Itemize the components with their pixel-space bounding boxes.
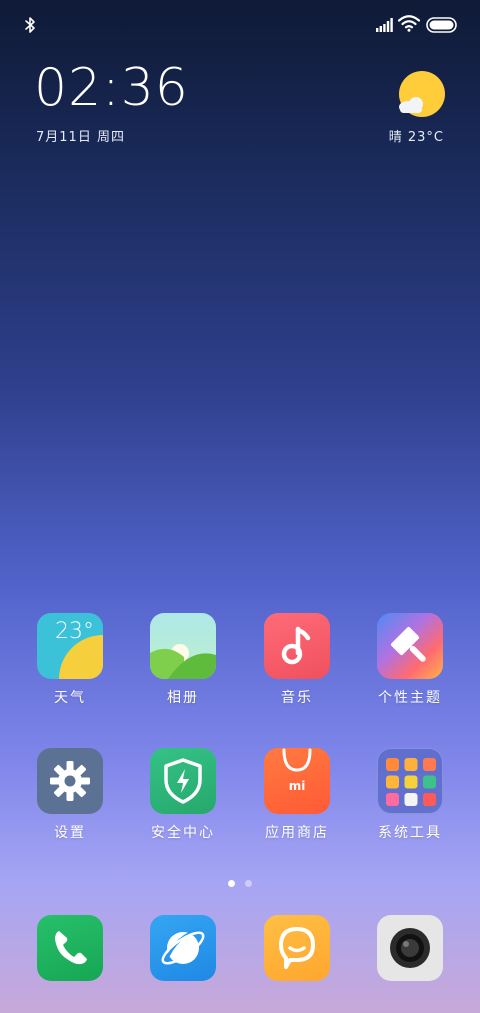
app-security[interactable]: 安全中心	[133, 748, 233, 842]
themes-icon	[377, 613, 443, 679]
folder-icon	[377, 748, 443, 814]
app-label: 个性主题	[378, 690, 442, 706]
page-indicator	[0, 872, 480, 891]
dock-camera[interactable]	[377, 915, 443, 981]
dock-phone[interactable]	[37, 915, 103, 981]
weather-text: 晴 23°C	[388, 130, 444, 145]
dock-browser[interactable]	[150, 915, 216, 981]
security-icon	[150, 748, 216, 814]
app-label: 音乐	[281, 690, 313, 706]
wifi-icon	[398, 15, 420, 32]
sun-icon	[399, 71, 445, 117]
app-settings[interactable]: 设置	[20, 748, 120, 842]
clock-date: 7月11日 周四	[36, 130, 125, 145]
battery-icon	[426, 17, 457, 33]
app-label: 设置	[54, 825, 86, 841]
app-store[interactable]: mi 应用商店	[247, 748, 347, 842]
app-label: 安全中心	[151, 825, 215, 841]
app-label: 应用商店	[265, 825, 329, 841]
weather-icon: 23°	[37, 613, 103, 679]
clock-time[interactable]: 02:36	[34, 62, 189, 114]
app-label: 系统工具	[378, 825, 442, 841]
status-bar	[0, 0, 480, 50]
page-dot-2[interactable]	[245, 880, 252, 887]
dock-messages[interactable]	[264, 915, 330, 981]
app-label: 天气	[54, 690, 86, 706]
mi-logo: mi	[288, 779, 306, 793]
music-icon	[264, 613, 330, 679]
app-label: 相册	[167, 690, 199, 706]
app-folder-system-tools[interactable]: 系统工具	[360, 748, 460, 842]
bluetooth-icon	[25, 17, 35, 33]
page-dot-1[interactable]	[228, 880, 235, 887]
app-store-icon: mi	[264, 748, 330, 814]
app-themes[interactable]: 个性主题	[360, 613, 460, 707]
browser-icon	[161, 927, 205, 965]
settings-icon	[37, 748, 103, 814]
messages-icon	[279, 927, 315, 969]
phone-icon	[55, 931, 87, 965]
camera-icon	[390, 928, 430, 968]
app-gallery[interactable]: 相册	[133, 613, 233, 707]
app-weather[interactable]: 23° 天气	[20, 613, 120, 707]
app-music[interactable]: 音乐	[247, 613, 347, 707]
gallery-icon	[150, 613, 216, 679]
signal-icon	[376, 18, 393, 32]
weather-temp: 23°	[55, 619, 94, 644]
